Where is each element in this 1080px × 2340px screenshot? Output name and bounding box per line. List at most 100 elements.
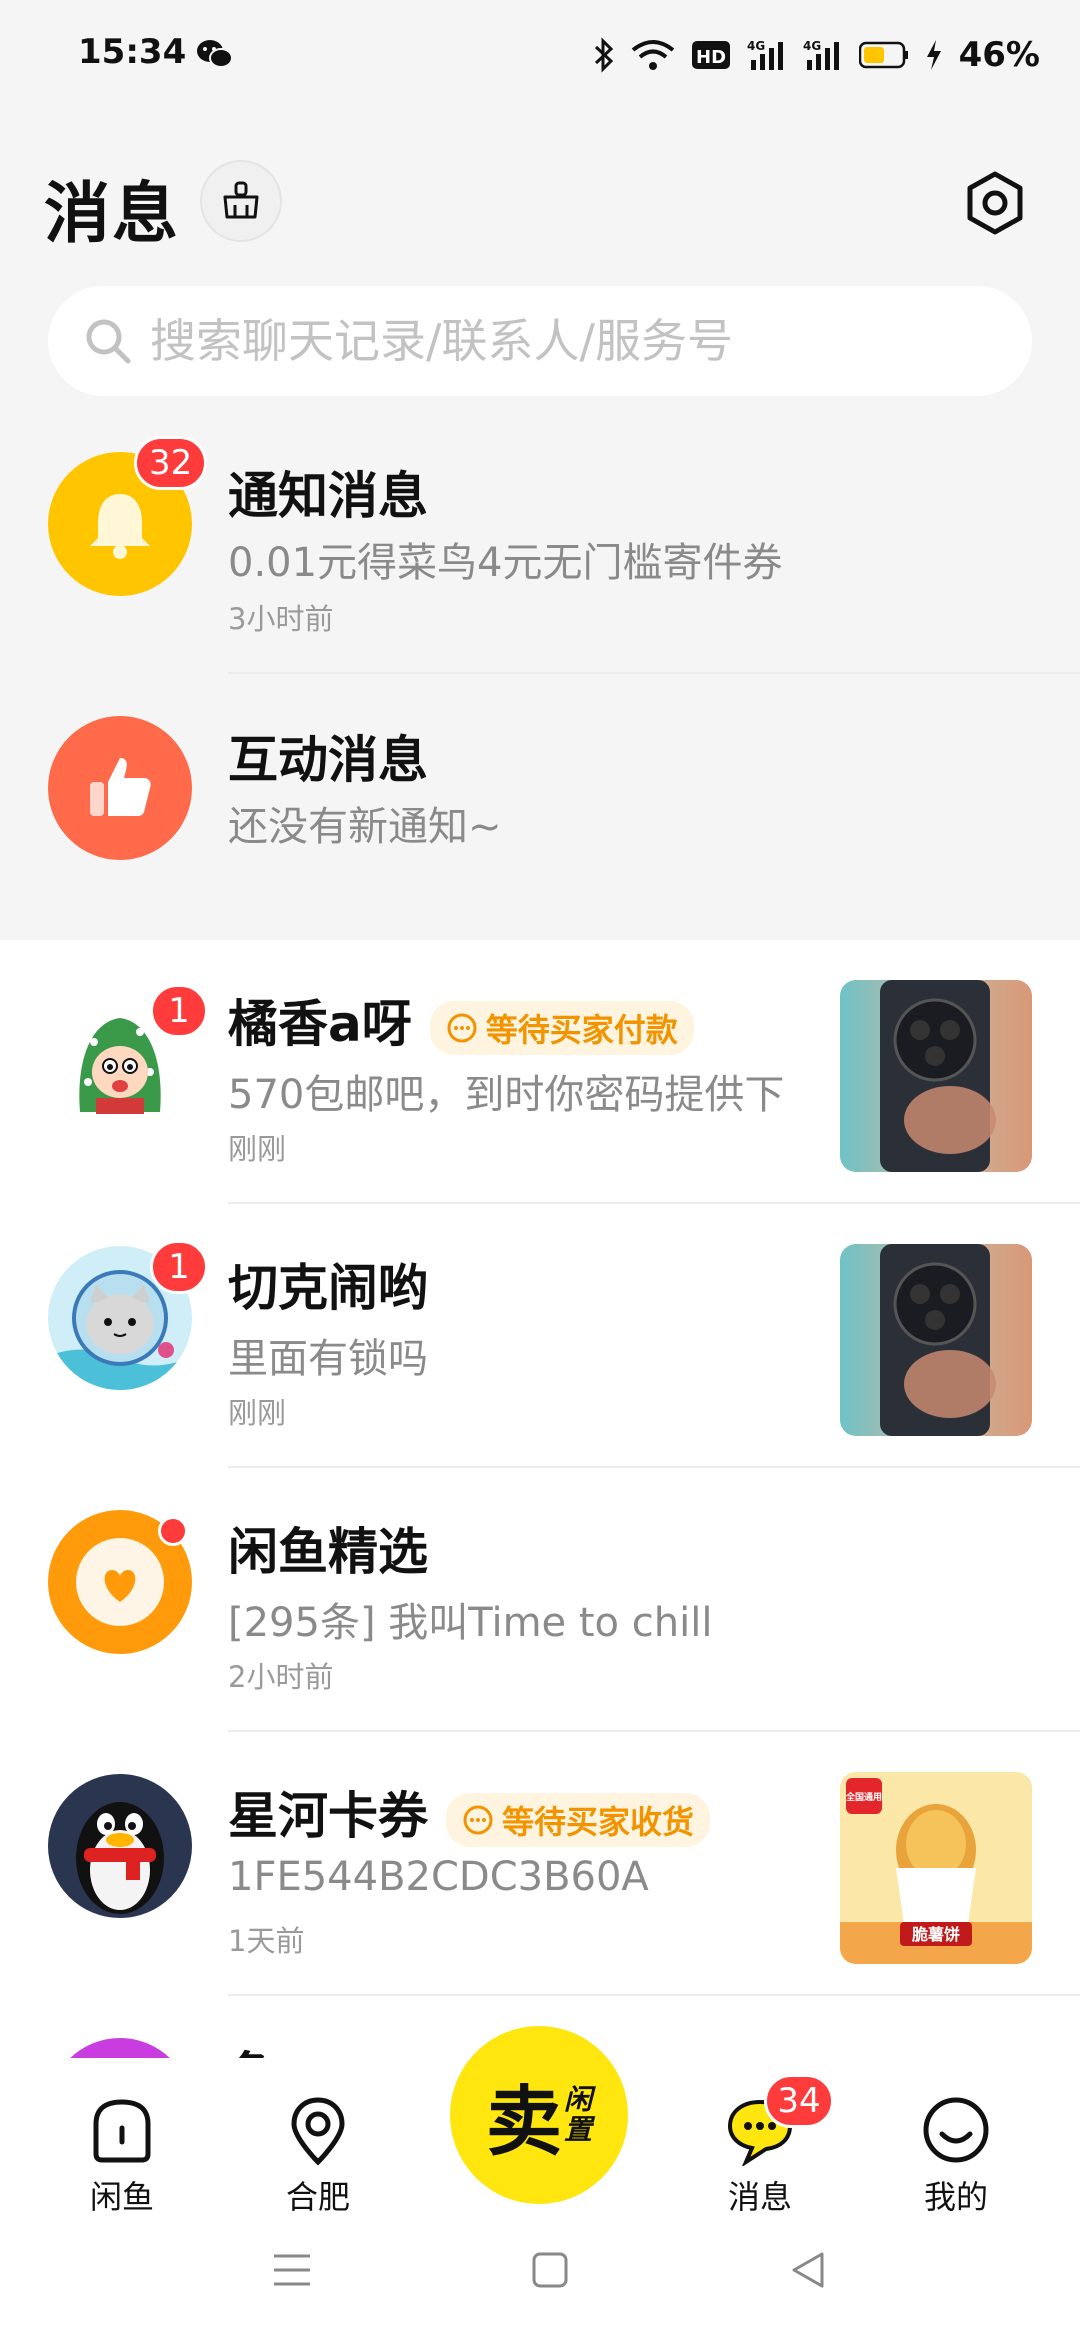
location-icon [291, 2097, 345, 2166]
unread-badge: 1 [150, 1240, 208, 1294]
avatar [48, 1774, 192, 1918]
square-icon [532, 2252, 568, 2288]
chat-time: 2小时前 [228, 1660, 334, 1694]
chat-item[interactable]: 1 切克闹哟 里面有锁吗 刚刚 [0, 1204, 1080, 1468]
battery-percent: 46% [958, 35, 1040, 75]
phone-photo-thumbnail [840, 1244, 1032, 1436]
settings-button[interactable] [958, 166, 1032, 240]
bottom-navigation: 闲鱼 合肥 卖 闲 置 消息 34 我的 [0, 2026, 1080, 2238]
chat-name-line: 橘香a呀 等待买家付款 [228, 984, 694, 1056]
sell-button[interactable]: 卖 闲 置 [450, 2026, 628, 2204]
order-status-tag: 等待买家付款 [429, 1000, 694, 1055]
search-input[interactable] [150, 314, 970, 368]
home-button[interactable] [520, 2240, 580, 2300]
wechat-icon [197, 40, 233, 68]
hd-icon: HD [691, 41, 730, 69]
chat-time: 刚刚 [228, 1132, 287, 1166]
avatar [48, 716, 192, 860]
nav-label: 闲鱼 [89, 2178, 154, 2216]
chat-message: [295条] 我叫Time to chill [228, 1600, 713, 1646]
row-time: 3小时前 [228, 602, 334, 636]
chat-item[interactable]: 闲鱼精选 [295条] 我叫Time to chill 2小时前 [0, 1468, 1080, 1732]
chat-message: 1FE544B2CDC3B60A [228, 1854, 649, 1900]
hash-brown-coupon-thumbnail: 全国通用 脆薯饼 [840, 1772, 1032, 1964]
nav-city[interactable]: 合肥 [248, 2094, 388, 2218]
signal-4g-icon: 4G [747, 39, 783, 70]
nav-messages[interactable]: 消息 34 [690, 2074, 834, 2218]
chat-name: 橘香a呀 [228, 995, 412, 1053]
nav-profile[interactable]: 我的 [886, 2094, 1026, 2218]
chat-name: 闲鱼精选 [228, 1523, 428, 1581]
sell-sub-2: 置 [563, 2113, 592, 2146]
menu-icon [274, 2254, 310, 2286]
chat-name: 鱼 [228, 2036, 278, 2058]
item-thumbnail[interactable] [840, 1244, 1032, 1436]
order-status-tag: 等待买家收货 [446, 1792, 711, 1847]
back-button[interactable] [778, 2240, 838, 2300]
unread-badge: 1 [150, 984, 208, 1038]
notification-messages-row[interactable]: 32 通知消息 0.01元得菜鸟4元无门槛寄件券 3小时前 [0, 410, 1080, 674]
recent-apps-button[interactable] [262, 2240, 322, 2300]
phone-photo-thumbnail [840, 980, 1032, 1172]
sell-label: 卖 [485, 2077, 562, 2166]
more-dots-icon [447, 1013, 477, 1042]
unread-badge: 34 [764, 2074, 834, 2128]
item-thumbnail[interactable] [840, 980, 1032, 1172]
avatar: 32 [48, 436, 208, 596]
more-dots-icon [463, 1805, 493, 1834]
thumb-corner-label: 全国通用 [845, 1791, 882, 1803]
bluetooth-icon [594, 37, 613, 73]
unread-dot [158, 1516, 188, 1546]
system-navigation-bar [0, 2220, 1080, 2340]
chat-message: 570包邮吧，到时你密码提供下 [228, 1072, 785, 1118]
status-icons: HD 4G 4G 46% [593, 30, 1040, 80]
search-bar[interactable] [48, 286, 1032, 396]
unread-badge: 32 [134, 436, 208, 490]
battery-icon [858, 41, 908, 69]
chat-message: 里面有锁吗 [228, 1336, 428, 1382]
chat-name-line: 星河卡券 等待买家收货 [228, 1776, 711, 1848]
row-title: 通知消息 [228, 467, 428, 525]
thumb-product-label: 脆薯饼 [912, 1925, 960, 1944]
sell-sub-label: 闲 置 [564, 2085, 592, 2145]
gear-icon [967, 171, 1023, 235]
chat-name: 切克闹哟 [228, 1259, 428, 1317]
order-status-text: 等待买家付款 [485, 1010, 678, 1049]
avatar: 1 [48, 984, 208, 1134]
status-time: 15:34 [78, 32, 187, 72]
chat-item[interactable]: 星河卡券 等待买家收货 1FE544B2CDC3B60A 1天前 全国通用 脆薯饼 [0, 1732, 1080, 1996]
svg-text:HD: HD [696, 47, 726, 68]
order-status-text: 等待买家收货 [502, 1802, 695, 1841]
chat-name: 星河卡券 [228, 1787, 428, 1845]
chat-time: 刚刚 [228, 1396, 287, 1430]
item-thumbnail[interactable]: 全国通用 脆薯饼 [840, 1772, 1032, 1964]
nav-home[interactable]: 闲鱼 [52, 2094, 192, 2218]
status-bar: 15:34 HD 4G 4G 46% [0, 0, 1080, 110]
signal-4g-icon: 4G [803, 39, 839, 70]
broom-icon [223, 181, 259, 219]
chat-item[interactable]: 1 橘香a呀 等待买家付款 570包邮吧，到时你密码提供下 刚刚 [0, 940, 1080, 1204]
row-subtitle: 0.01元得菜鸟4元无门槛寄件券 [228, 540, 783, 586]
back-triangle-icon [792, 2252, 824, 2288]
thumbs-up-icon [90, 758, 151, 816]
page-title: 消息 [44, 175, 180, 252]
interaction-messages-row[interactable]: 互动消息 还没有新通知~ [0, 674, 1080, 938]
avatar [48, 1510, 192, 1654]
clear-unread-button[interactable] [200, 160, 282, 242]
smile-icon [923, 2097, 989, 2163]
row-subtitle: 还没有新通知~ [228, 804, 502, 850]
search-icon [86, 319, 131, 364]
nav-label: 消息 [727, 2178, 792, 2216]
avatar: 1 [48, 1240, 208, 1390]
svg-text:4G: 4G [803, 39, 821, 53]
row-title: 互动消息 [228, 731, 428, 789]
avatar [48, 2038, 192, 2058]
bell-icon [90, 494, 150, 559]
penguin-avatar-icon [76, 1802, 164, 1914]
home-icon [93, 2099, 151, 2163]
svg-text:4G: 4G [747, 39, 765, 53]
wifi-icon [631, 40, 674, 70]
nav-label: 合肥 [285, 2178, 350, 2216]
sell-sub-1: 闲 [563, 2083, 592, 2116]
chat-time: 1天前 [228, 1924, 305, 1958]
